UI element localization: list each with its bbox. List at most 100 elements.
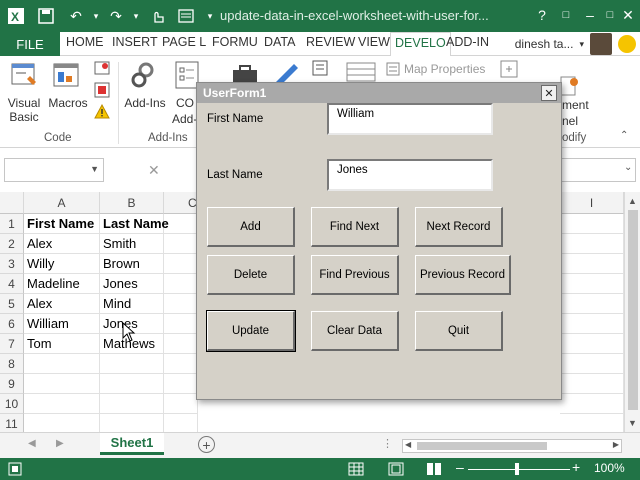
tab-formulas[interactable]: FORMU <box>212 35 258 49</box>
horizontal-scroll-thumb[interactable] <box>417 442 547 450</box>
tab-insert[interactable]: INSERT <box>112 35 158 49</box>
cell-c4[interactable] <box>164 274 198 294</box>
expand-formula-bar-icon[interactable]: ⌄ <box>624 162 632 173</box>
save-icon[interactable] <box>36 6 56 26</box>
sheet-tab-sheet1[interactable]: Sheet1 <box>100 433 164 455</box>
cell-c7[interactable] <box>164 334 198 354</box>
sheet-scroll-right-icon[interactable]: ▶ <box>56 438 64 449</box>
cell-c11[interactable] <box>164 414 198 434</box>
cell-i8[interactable] <box>560 354 624 374</box>
cell-c9[interactable] <box>164 374 198 394</box>
ribbon-display-button[interactable]: □ <box>554 4 578 26</box>
document-panel-label-2[interactable]: nel <box>562 114 578 128</box>
select-all-corner[interactable] <box>0 192 24 214</box>
row-header[interactable]: 9 <box>0 374 24 394</box>
cell-c2[interactable] <box>164 234 198 254</box>
macro-security-icon[interactable] <box>94 103 110 125</box>
quit-button[interactable]: Quit <box>415 311 503 351</box>
name-box-dropdown-icon[interactable]: ▼ <box>90 164 99 174</box>
cell-a9[interactable] <box>24 374 100 394</box>
cancel-entry-icon[interactable]: ✕ <box>148 162 160 179</box>
relative-references-icon[interactable] <box>94 82 110 103</box>
cell-c1[interactable] <box>164 214 198 234</box>
cell-i11[interactable] <box>560 414 624 434</box>
next-record-button[interactable]: Next Record <box>415 207 503 247</box>
delete-button[interactable]: Delete <box>207 255 295 295</box>
scroll-down-icon[interactable]: ▼ <box>628 418 637 428</box>
column-header-i[interactable]: I <box>560 192 624 214</box>
zoom-out-button[interactable]: – <box>456 459 464 475</box>
cell-i10[interactable] <box>560 394 624 414</box>
zoom-slider[interactable] <box>468 469 570 470</box>
new-sheet-button[interactable]: + <box>198 436 215 453</box>
vertical-scrollbar[interactable]: ▲ ▼ <box>624 192 640 432</box>
excel-logo-icon[interactable]: X <box>6 6 26 26</box>
cell-a7[interactable]: Tom <box>24 334 100 354</box>
form-icon[interactable] <box>176 6 196 26</box>
column-header-a[interactable]: A <box>24 192 100 214</box>
scroll-left-icon[interactable]: ◀ <box>405 440 411 449</box>
cell-b1[interactable]: Last Name <box>100 214 169 234</box>
cell-i3[interactable] <box>560 254 624 274</box>
map-properties-button[interactable]: Map Properties <box>404 62 485 76</box>
document-panel-label-1[interactable]: ment <box>562 98 589 112</box>
tab-add-ins[interactable]: ADD-IN <box>446 35 489 49</box>
cell-b9[interactable] <box>100 374 164 394</box>
cell-c3[interactable] <box>164 254 198 274</box>
undo-icon[interactable]: ↶ <box>66 6 86 26</box>
cell-i6[interactable] <box>560 314 624 334</box>
cell-i9[interactable] <box>560 374 624 394</box>
cell-b8[interactable] <box>100 354 164 374</box>
visual-basic-button[interactable]: Visual Basic <box>4 96 44 124</box>
find-next-button[interactable]: Find Next <box>311 207 399 247</box>
close-button[interactable]: ✕ <box>616 4 640 26</box>
undo-dropdown-icon[interactable]: ▾ <box>86 6 106 26</box>
cell-c5[interactable] <box>164 294 198 314</box>
row-header[interactable]: 5 <box>0 294 24 314</box>
last-name-field[interactable]: Jones <box>327 159 493 191</box>
redo-icon[interactable]: ↷ <box>106 6 126 26</box>
cell-b3[interactable]: Brown <box>100 254 164 274</box>
collapse-ribbon-icon[interactable]: ⌃ <box>620 130 628 141</box>
tab-split-handle-icon[interactable]: ⋮ <box>382 437 393 450</box>
cell-i7[interactable] <box>560 334 624 354</box>
user-account[interactable]: dinesh ta... ▾ <box>515 32 636 56</box>
tab-view[interactable]: VIEW <box>358 35 390 49</box>
tab-review[interactable]: REVIEW <box>306 35 355 49</box>
cell-a8[interactable] <box>24 354 100 374</box>
column-header-c[interactable]: C <box>164 192 198 214</box>
visual-basic-icon[interactable] <box>10 60 40 95</box>
cell-b5[interactable]: Mind <box>100 294 164 314</box>
macros-icon[interactable] <box>52 60 82 95</box>
vertical-scroll-thumb[interactable] <box>628 210 638 410</box>
page-layout-view-icon[interactable] <box>388 462 404 480</box>
scroll-up-icon[interactable]: ▲ <box>628 196 637 206</box>
import-icon[interactable] <box>500 60 518 83</box>
record-macro-icon[interactable] <box>94 60 110 81</box>
row-header[interactable]: 8 <box>0 354 24 374</box>
redo-dropdown-icon[interactable]: ▾ <box>126 6 146 26</box>
cell-a2[interactable]: Alex <box>24 234 100 254</box>
scroll-right-icon[interactable]: ▶ <box>613 440 619 449</box>
add-button[interactable]: Add <box>207 207 295 247</box>
cell-a11[interactable] <box>24 414 100 434</box>
zoom-slider-knob[interactable] <box>515 463 519 475</box>
touch-mode-icon[interactable] <box>148 6 168 26</box>
row-header[interactable]: 10 <box>0 394 24 414</box>
cell-b2[interactable]: Smith <box>100 234 164 254</box>
page-break-view-icon[interactable] <box>426 462 442 480</box>
find-previous-button[interactable]: Find Previous <box>311 255 399 295</box>
clear-data-button[interactable]: Clear Data <box>311 311 399 351</box>
cell-i4[interactable] <box>560 274 624 294</box>
cell-a3[interactable]: Willy <box>24 254 100 274</box>
dialog-close-button[interactable]: ✕ <box>541 85 557 101</box>
column-header-b[interactable]: B <box>100 192 164 214</box>
zoom-level[interactable]: 100% <box>594 461 625 475</box>
cell-c8[interactable] <box>164 354 198 374</box>
help-button[interactable]: ? <box>530 4 554 26</box>
cell-i2[interactable] <box>560 234 624 254</box>
tab-data[interactable]: DATA <box>264 35 295 49</box>
cell-a6[interactable]: William <box>24 314 100 334</box>
macros-button[interactable]: Macros <box>48 96 88 110</box>
tab-page-layout[interactable]: PAGE L <box>162 35 206 49</box>
